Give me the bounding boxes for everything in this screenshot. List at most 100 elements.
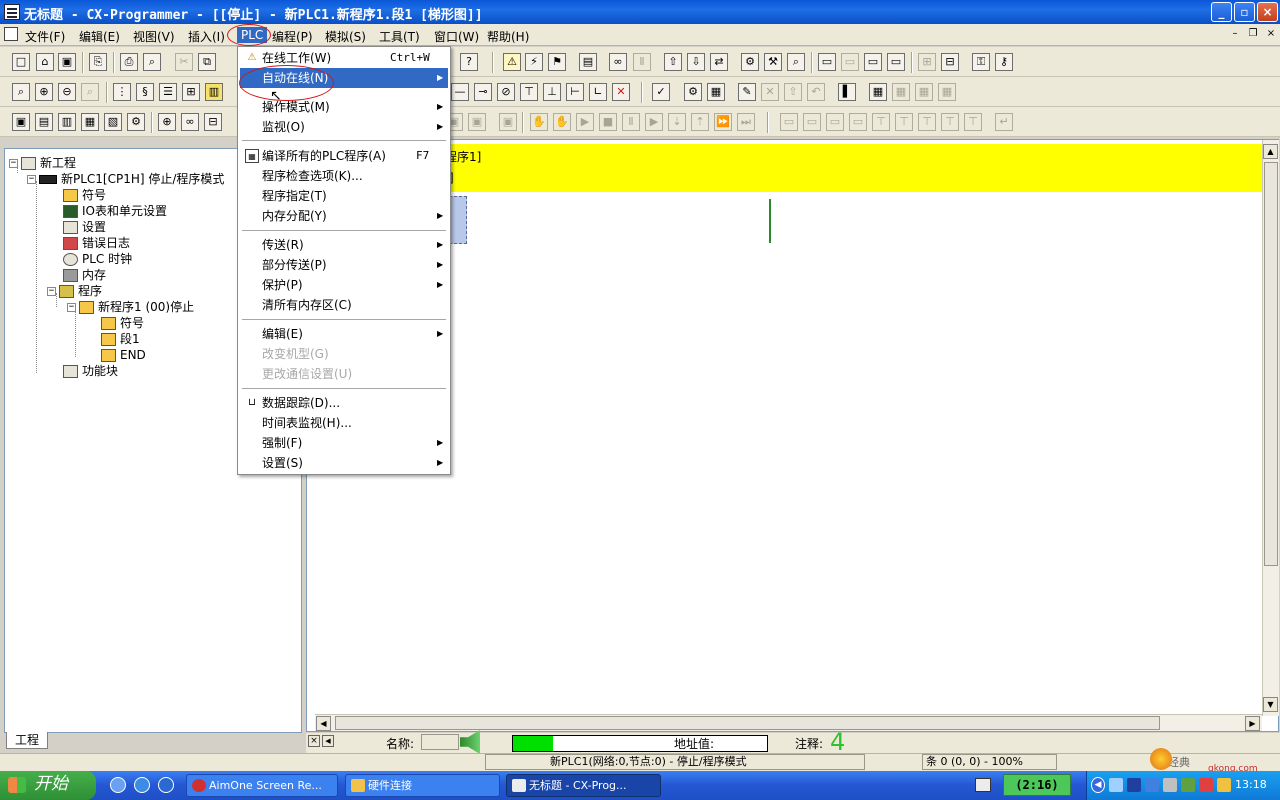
zoom-fit-icon[interactable]: ⌕ [81, 83, 99, 101]
memory-icon[interactable]: ⊟ [204, 113, 222, 131]
menu-item-compile-all[interactable]: ▦ 编译所有的PLC程序(A) F7 [240, 146, 448, 166]
io-table-icon[interactable]: ⚙ [127, 113, 145, 131]
save-icon[interactable]: ▣ [58, 53, 76, 71]
tree-program-node[interactable]: − 新程序1 (00)停止 [67, 299, 194, 315]
step-icon[interactable]: ▶ [645, 113, 663, 131]
horizontal-scroll-thumb[interactable] [335, 716, 1160, 730]
send-edit-icon[interactable]: ⇧ [784, 83, 802, 101]
ladder-cursor[interactable] [449, 196, 467, 244]
compile-icon[interactable]: ⚙ [684, 83, 702, 101]
open-icon[interactable]: ⌂ [36, 53, 54, 71]
print-preview-icon[interactable]: ⌕ [143, 53, 161, 71]
vertical-scroll-thumb[interactable] [1264, 162, 1278, 566]
rung-2-icon[interactable]: ⊤ [895, 113, 913, 131]
collapse-toggle[interactable]: − [27, 175, 36, 184]
mdi-close-button[interactable]: × [1264, 28, 1278, 41]
breakpoint-4-icon[interactable]: ▭ [849, 113, 867, 131]
menu-help[interactable]: 帮助(H) [483, 27, 533, 46]
scroll-right-arrow[interactable]: ▶ [1245, 716, 1260, 731]
tree-item-symbols[interactable]: 符号 [63, 187, 106, 203]
delete-line-icon[interactable]: ✕ [612, 83, 630, 101]
tray-expand-icon[interactable]: ◀ [1091, 777, 1105, 793]
mode-icon[interactable]: ▤ [579, 53, 597, 71]
watch-4-icon[interactable]: ▦ [938, 83, 956, 101]
pane-left-arrow[interactable]: ◀ [322, 735, 334, 747]
start-button[interactable]: 开始 [0, 771, 96, 800]
name-field[interactable] [421, 734, 459, 750]
ie-icon[interactable] [134, 777, 150, 793]
device-icon[interactable] [1163, 778, 1177, 792]
instruction-icon[interactable]: ⊤ [520, 83, 538, 101]
menu-item-data-trace[interactable]: ⊔ 数据跟踪(D)... [240, 393, 448, 413]
menu-item-program-assign[interactable]: 程序指定(T) [240, 186, 448, 206]
menu-view[interactable]: 视图(V) [129, 27, 179, 46]
bluetooth-icon[interactable] [1127, 778, 1141, 792]
copy-icon[interactable]: ⧉ [198, 53, 216, 71]
menu-simulate[interactable]: 模拟(S) [321, 27, 370, 46]
menu-item-monitor[interactable]: 监视(O) ▶ [240, 117, 448, 137]
menu-item-time-chart-monitor[interactable]: 时间表监视(H)... [240, 413, 448, 433]
online-work-icon[interactable]: ⚠ [503, 53, 521, 71]
address-window-icon[interactable]: ▦ [81, 113, 99, 131]
antivirus-icon[interactable] [1199, 778, 1213, 792]
menu-item-set[interactable]: 设置(S) ▶ [240, 453, 448, 473]
return-icon[interactable]: ↵ [995, 113, 1013, 131]
collapse-toggle[interactable]: − [47, 287, 56, 296]
menu-edit[interactable]: 编辑(E) [75, 27, 124, 46]
play-icon[interactable]: ▶ [576, 113, 594, 131]
menu-item-transfer[interactable]: 传送(R) ▶ [240, 235, 448, 255]
horizontal-line-icon[interactable]: — [451, 83, 469, 101]
task-aimone[interactable]: AimOne Screen Re... [186, 774, 338, 797]
fast-forward-icon[interactable]: ⏩ [714, 113, 732, 131]
cross-ref-icon[interactable]: ⊞ [182, 83, 200, 101]
watch-3-icon[interactable]: ▦ [915, 83, 933, 101]
tab-project[interactable]: 工程 [6, 732, 48, 749]
window-1-icon[interactable]: ▭ [818, 53, 836, 71]
sim-hand-2-icon[interactable]: ✋ [553, 113, 571, 131]
doc-icon[interactable] [4, 27, 18, 41]
network-icon[interactable] [1109, 778, 1123, 792]
coil-icon[interactable]: ⊸ [474, 83, 492, 101]
set-icon[interactable]: ⚙ [741, 53, 759, 71]
horizontal-scrollbar[interactable]: ◀ ▶ [315, 714, 1262, 731]
zoom-out-icon[interactable]: ⊖ [58, 83, 76, 101]
task-cx-programmer[interactable]: 无标题 - CX-Prog... [506, 774, 661, 797]
security-icon[interactable] [1181, 778, 1195, 792]
minimize-button[interactable]: _ [1211, 2, 1232, 22]
maximize-button[interactable]: ▫ [1234, 2, 1255, 22]
mdi-restore-button[interactable]: ❐ [1246, 28, 1260, 41]
cut-icon[interactable]: ✂ [175, 53, 193, 71]
watch-2-icon[interactable]: ▦ [892, 83, 910, 101]
print-icon[interactable]: ⎙ [120, 53, 138, 71]
menu-item-partial-transfer[interactable]: 部分传送(P) ▶ [240, 255, 448, 275]
menu-tools[interactable]: 工具(T) [375, 27, 424, 46]
zoom-icon[interactable]: ⌕ [12, 83, 30, 101]
io-icon[interactable]: ⊞ [918, 53, 936, 71]
watch-window-icon[interactable]: ▥ [58, 113, 76, 131]
connect-icon[interactable]: ∟ [589, 83, 607, 101]
step-out-icon[interactable]: ⇡ [691, 113, 709, 131]
lock-icon[interactable]: ⚿ [972, 53, 990, 71]
unlock-icon[interactable]: ⚷ [995, 53, 1013, 71]
transfer-to-plc-icon[interactable]: ⇧ [664, 53, 682, 71]
preview-icon[interactable]: ⎘ [89, 53, 107, 71]
grid-icon[interactable]: ⋮ [113, 83, 131, 101]
watch-icon[interactable]: ▦ [869, 83, 887, 101]
compare-icon[interactable]: ⇄ [710, 53, 728, 71]
new-icon[interactable]: □ [12, 53, 30, 71]
tree-item-memory[interactable]: 内存 [63, 267, 106, 283]
app-icon[interactable] [4, 4, 20, 20]
rung-5-icon[interactable]: ⊤ [964, 113, 982, 131]
nc-coil-icon[interactable]: ⊘ [497, 83, 515, 101]
menu-item-clear-memory[interactable]: 清所有内存区(C) [240, 295, 448, 315]
volume-icon[interactable] [1145, 778, 1159, 792]
symbol-table-icon[interactable]: ∞ [181, 113, 199, 131]
tree-item-end[interactable]: END [101, 347, 146, 363]
breakpoint-2-icon[interactable]: ▭ [803, 113, 821, 131]
menu-item-protect[interactable]: 保护(P) ▶ [240, 275, 448, 295]
close-button[interactable]: × [1257, 2, 1278, 22]
program-check-icon[interactable]: ✓ [652, 83, 670, 101]
unit-icon[interactable]: ⊟ [941, 53, 959, 71]
menu-item-program-check[interactable]: 程序检查选项(K)... [240, 166, 448, 186]
run-to-end-icon[interactable]: ⏭ [737, 113, 755, 131]
